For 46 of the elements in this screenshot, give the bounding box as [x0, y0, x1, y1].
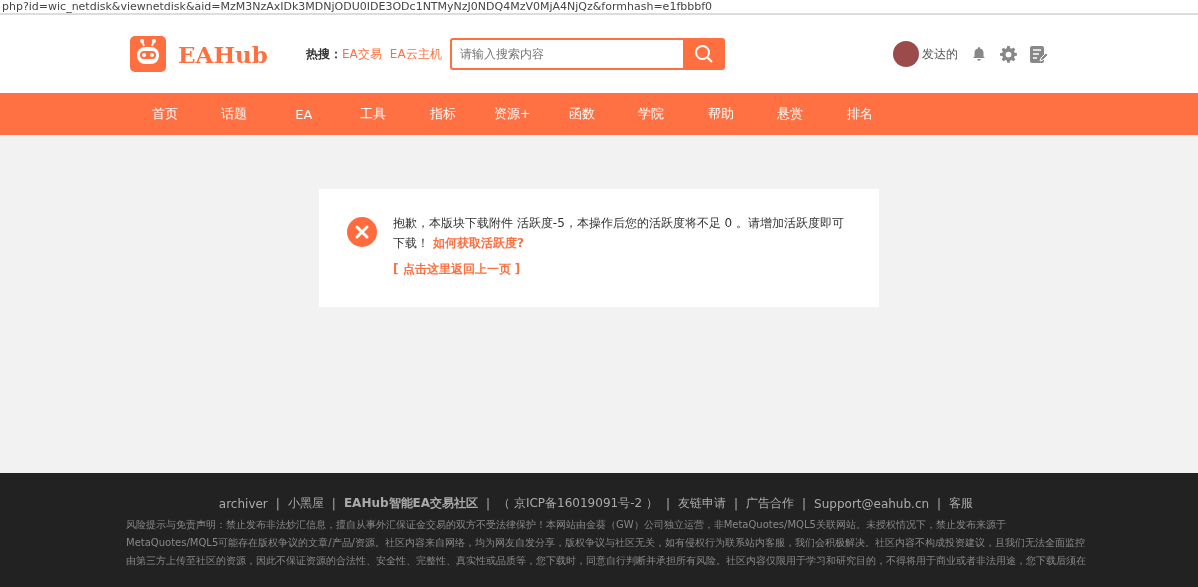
- hot-search-link[interactable]: EA云主机: [389, 45, 442, 63]
- nav-link[interactable]: 悬赏: [755, 105, 825, 123]
- nav-link[interactable]: 函数: [547, 105, 617, 123]
- search-button[interactable]: [682, 38, 725, 70]
- disclaimer-text: MetaQuotes/MQL5可能存在版权争议的文章/产品/资源。社区内容来自网络，均为网友自发分享，版权争议与社区无关，如有侵权行为联系站内客服，我们会积极解决。社区内容不构成投资建议，且我们无法全面监控: [126, 536, 1085, 550]
- error-icon: [347, 217, 377, 247]
- error-message: 抱歉，本版块下载附件 活跃度-5，本操作后您的活跃度将不足 0 。请增加活跃度即可下载！ 如何获取活跃度?: [393, 215, 846, 252]
- site-logo-text[interactable]: EAHub: [178, 40, 268, 68]
- footer-link[interactable]: （ 京ICP备16019091号-2 ）: [498, 495, 658, 512]
- settings-icon[interactable]: [999, 45, 1017, 63]
- nav-link[interactable]: 指标: [408, 105, 478, 123]
- nav-link[interactable]: 排名: [825, 105, 895, 123]
- footer-link[interactable]: 小黑屋: [287, 495, 324, 512]
- separator: |: [331, 496, 336, 511]
- separator: |: [486, 496, 491, 511]
- nav-link[interactable]: 话题: [199, 105, 269, 123]
- search-icon: [693, 44, 714, 64]
- user-avatar[interactable]: [892, 41, 919, 67]
- edit-document-icon[interactable]: [1029, 45, 1048, 63]
- back-link[interactable]: [ 点击这里返回上一页 ]: [393, 261, 521, 278]
- footer-link[interactable]: 友链申请: [678, 495, 726, 512]
- address-bar-url[interactable]: php?id=wic_netdisk&viewnetdisk&aid=MzM3NzAxIDk3MDNjODU0IDE3ODc1NTMyNzJ0NDQ4MzV0MjA4NjQz&formhash=e1fbbbf0: [0, 0, 1198, 15]
- site-name[interactable]: EAHub智能EA交易社区: [343, 495, 479, 512]
- separator: |: [734, 496, 739, 511]
- footer-link[interactable]: archiver: [218, 496, 268, 511]
- hot-search-label: 热搜：: [306, 45, 342, 63]
- robot-logo-icon: [130, 36, 166, 72]
- nav-link[interactable]: 帮助: [686, 105, 756, 123]
- nav-link[interactable]: 资源+: [477, 105, 547, 123]
- hot-search-link[interactable]: EA交易: [342, 45, 382, 63]
- footer-link[interactable]: 客服: [949, 495, 974, 512]
- nav-link[interactable]: 工具: [338, 105, 408, 123]
- disclaimer-text: 风险提示与免责声明：禁止发布非法炒汇信息，擅自从事外汇保证金交易的双方不受法律保护！本网站由金葵（GW）公司独立运营，非MetaQuotes/MQL5关联网站。未授权情况下，禁止发布来源于: [126, 518, 1006, 532]
- username[interactable]: 发达的: [921, 45, 958, 63]
- separator: |: [665, 496, 670, 511]
- nav-link[interactable]: EA: [269, 106, 339, 122]
- nav-link[interactable]: 学院: [616, 105, 686, 123]
- separator: |: [275, 496, 280, 511]
- footer-link[interactable]: 广告合作: [746, 495, 795, 512]
- separator: |: [802, 496, 807, 511]
- separator: |: [937, 496, 942, 511]
- disclaimer-text: 由第三方上传至社区的资源，因此不保证资源的合法性、安全性、完整性、真实性或品质等，您下载时，同意自行判断并承担所有风险。社区内容仅限用于学习和研究目的，不得将用于商业或者非法用途，您下载后须在: [126, 554, 1086, 568]
- help-link[interactable]: 如何获取活跃度?: [433, 236, 524, 250]
- nav-link[interactable]: 首页: [130, 105, 200, 123]
- search-field[interactable]: 请输入搜索内容: [449, 38, 683, 70]
- footer-link[interactable]: Support@eahub.cn: [814, 496, 930, 511]
